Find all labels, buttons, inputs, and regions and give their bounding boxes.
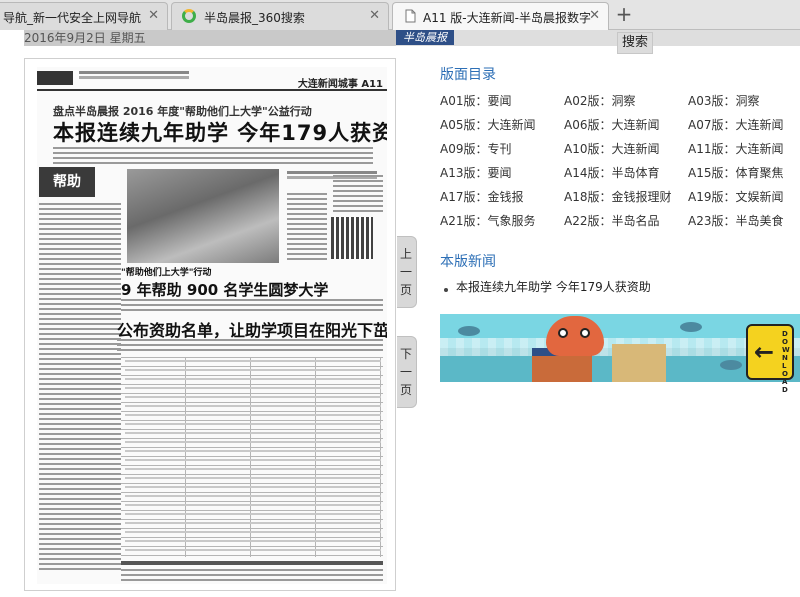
- right-column-text: [287, 193, 327, 261]
- toc-item[interactable]: A01版：要闻: [440, 92, 511, 109]
- tab-newspaper-active[interactable]: A11 版-大连新闻-半岛晨报数字 ✕: [392, 2, 609, 31]
- body-text-2: [117, 339, 383, 353]
- toc-item[interactable]: A06版：大连新闻: [564, 116, 659, 133]
- download-label: DOWNLOAD: [782, 330, 790, 394]
- tab-360-search[interactable]: 半岛晨报_360搜索 ✕: [171, 2, 389, 30]
- tab-label: 导航_新一代安全上网导航: [3, 11, 142, 25]
- next-page-button[interactable]: 下一页: [397, 336, 417, 408]
- octopus-eye: [558, 328, 568, 338]
- article-headline-2: 公布资助名单，让助学项目在阳光下茁壮成长: [117, 321, 387, 340]
- toc-item[interactable]: A15版：体育聚焦: [688, 164, 783, 181]
- toc-item[interactable]: A23版：半岛美食: [688, 212, 783, 229]
- masthead-info-lines: [79, 71, 189, 74]
- toc-item[interactable]: A22版：半岛名品: [564, 212, 659, 229]
- toc-item[interactable]: A02版：洞察: [564, 92, 635, 109]
- newspaper-page-content: 大连新闻城事 A11 盘点半岛晨报 2016 年度"帮助他们上大学"公益行动 本…: [37, 67, 387, 584]
- left-column-text: [39, 203, 121, 573]
- arrow-left-icon: ←: [754, 338, 775, 366]
- close-tab-icon[interactable]: ✕: [148, 8, 159, 23]
- right-column-text-2: [333, 175, 383, 215]
- toc-item[interactable]: A17版：金钱报: [440, 188, 523, 205]
- toc-title: 版面目录: [440, 67, 496, 83]
- toc-item[interactable]: A03版：洞察: [688, 92, 759, 109]
- close-tab-icon[interactable]: ✕: [589, 8, 600, 23]
- octopus-mascot-icon: [546, 316, 604, 356]
- article-headline: 本报连续九年助学 今年179人获资助: [53, 121, 387, 145]
- toc-item[interactable]: A05版：大连新闻: [440, 116, 535, 133]
- toc-item[interactable]: A13版：要闻: [440, 164, 511, 181]
- new-tab-button[interactable]: +: [612, 3, 636, 27]
- bullet-icon: [444, 287, 448, 292]
- footer-text: [121, 569, 383, 581]
- page-section-label: 大连新闻城事 A11: [297, 79, 383, 90]
- help-badge: 帮助: [39, 167, 95, 197]
- logo-bar: [396, 30, 800, 46]
- sidebar-subhead-small: [287, 171, 377, 174]
- search-button[interactable]: 搜索: [617, 32, 653, 54]
- page-footer-bar: [121, 561, 383, 565]
- page-news-item[interactable]: 本报连续九年助学 今年179人获资助: [444, 278, 651, 295]
- sponsor-table-text: [125, 360, 381, 556]
- tab-label: A11 版-大连新闻-半岛晨报数字: [423, 11, 591, 25]
- date-bar: 2016年9月2日 星期五: [24, 30, 396, 46]
- toc-item[interactable]: A21版：气象服务: [440, 212, 535, 229]
- toc-item[interactable]: A10版：大连新闻: [564, 140, 659, 157]
- document-icon: [405, 9, 416, 23]
- toc-item[interactable]: A19版：文娱新闻: [688, 188, 783, 205]
- fish-icon: [720, 360, 742, 370]
- subhead: 9 年帮助 900 名学生圆梦大学: [121, 281, 329, 299]
- toc-item[interactable]: A09版：专刊: [440, 140, 511, 157]
- subhead-small: "帮助他们上大学"行动: [121, 268, 212, 278]
- masthead-logo: [37, 71, 73, 85]
- fish-icon: [680, 322, 702, 332]
- tab-navigation[interactable]: 导航_新一代安全上网导航 ✕: [0, 2, 168, 30]
- current-date: 2016年9月2日 星期五: [24, 31, 146, 45]
- body-text: [121, 299, 383, 313]
- tab-label: 半岛晨报_360搜索: [204, 11, 305, 25]
- toc-item[interactable]: A18版：金钱报理财: [564, 188, 671, 205]
- article-photo: [127, 169, 279, 263]
- octopus-eye: [580, 328, 590, 338]
- page-news-title: 本版新闻: [440, 254, 496, 270]
- fish-icon: [458, 326, 480, 336]
- toc-item[interactable]: A14版：半岛体育: [564, 164, 659, 181]
- close-tab-icon[interactable]: ✕: [369, 8, 380, 23]
- page-masthead: 大连新闻城事 A11: [37, 67, 387, 91]
- page-news-link[interactable]: 本报连续九年助学 今年179人获资助: [456, 280, 651, 294]
- intro-text-block: [53, 147, 373, 165]
- download-button[interactable]: ← DOWNLOAD: [746, 324, 794, 394]
- previous-page-button[interactable]: 上一页: [397, 236, 417, 308]
- 360-search-icon: [182, 9, 196, 23]
- previous-page-label: 上一页: [400, 247, 413, 297]
- newspaper-logo[interactable]: 半岛晨报: [396, 30, 454, 45]
- toc-item[interactable]: A11版：大连新闻: [688, 140, 783, 157]
- newspaper-page-image[interactable]: 大连新闻城事 A11 盘点半岛晨报 2016 年度"帮助他们上大学"公益行动 本…: [24, 58, 396, 591]
- next-page-label: 下一页: [400, 347, 413, 397]
- qr-code-image: [331, 217, 373, 259]
- browser-tab-strip: 导航_新一代安全上网导航 ✕ 半岛晨报_360搜索 ✕ A11 版-大连新闻-半…: [0, 0, 800, 31]
- toc-item[interactable]: A07版：大连新闻: [688, 116, 783, 133]
- shop-illustration: [612, 344, 666, 382]
